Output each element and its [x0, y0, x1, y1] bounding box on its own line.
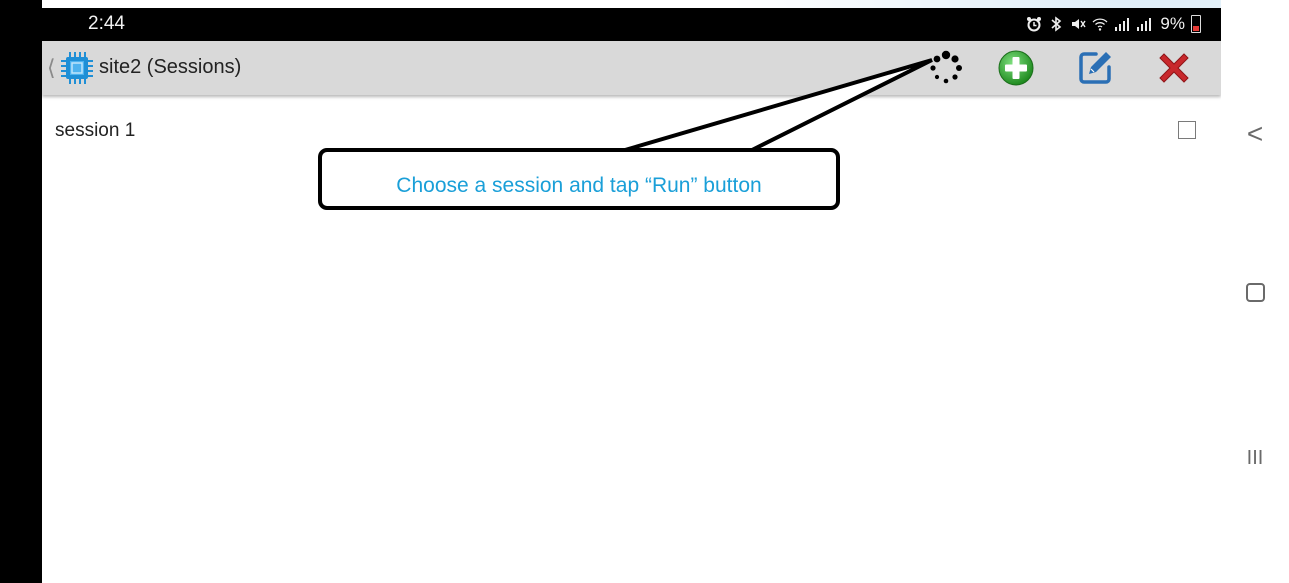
run-button[interactable]: [926, 48, 966, 88]
app-title: site2 (Sessions): [99, 56, 242, 78]
session-label: session 1: [55, 120, 136, 141]
bluetooth-icon: [1048, 16, 1064, 32]
nav-home-button[interactable]: [1221, 283, 1289, 307]
nav-back-button[interactable]: <: [1221, 118, 1289, 150]
status-bar: 2:44 9%: [42, 8, 1221, 41]
home-icon: [1245, 283, 1265, 302]
session-checkbox[interactable]: [1178, 121, 1196, 139]
mute-icon: [1070, 16, 1087, 32]
callout-text: Choose a session and tap “Run” button: [396, 174, 762, 197]
run-spinner-icon: [930, 50, 962, 84]
session-list: session 1: [42, 98, 1221, 148]
chip-icon[interactable]: [60, 51, 94, 85]
nav-recents-button[interactable]: III: [1221, 447, 1289, 470]
back-chevron-icon[interactable]: ⟨: [47, 55, 56, 81]
add-button[interactable]: [996, 48, 1036, 88]
signal-icon-2: [1136, 16, 1152, 32]
phone-screen: 2:44 9% ⟨ site2 (Sessions) session 1: [42, 8, 1221, 583]
navigation-bar: < III: [1221, 0, 1289, 583]
battery-icon: [1191, 15, 1201, 33]
edit-icon: [1079, 52, 1111, 84]
delete-button[interactable]: [1154, 48, 1194, 88]
callout-box: Choose a session and tap “Run” button: [318, 148, 840, 210]
close-x-icon: [1159, 53, 1189, 83]
status-time: 2:44: [88, 13, 125, 34]
list-item[interactable]: session 1: [42, 98, 1221, 148]
edit-button[interactable]: [1075, 48, 1115, 88]
status-icons: 9%: [1026, 14, 1201, 34]
wifi-icon: [1092, 16, 1108, 32]
action-bar: ⟨ site2 (Sessions): [42, 41, 1221, 95]
plus-circle-icon: [998, 50, 1034, 86]
signal-icon: [1114, 16, 1130, 32]
alarm-icon: [1026, 16, 1042, 32]
battery-percent: 9%: [1160, 14, 1185, 33]
screen-bezel: [0, 0, 42, 583]
